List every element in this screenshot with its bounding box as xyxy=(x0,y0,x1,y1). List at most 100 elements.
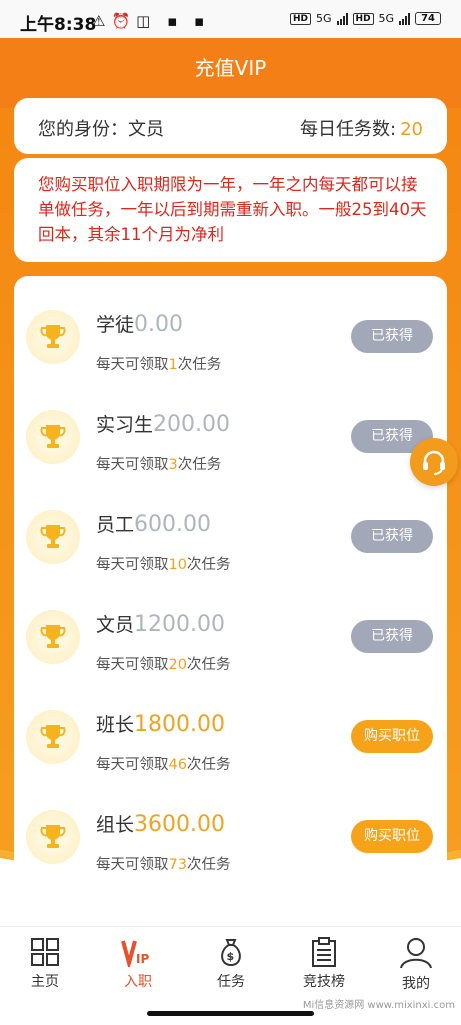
desc-prefix: 每天可领取 xyxy=(96,757,169,773)
user-icon xyxy=(400,938,432,969)
desc-suffix: 次任务 xyxy=(186,857,231,873)
daily-tasks: 每日任务数: 20 xyxy=(300,115,423,141)
tab-mine[interactable]: 我的 xyxy=(376,937,456,993)
desc-suffix: 次任务 xyxy=(186,557,231,573)
level-title: 文员1200.00 xyxy=(96,610,225,637)
notice-card: 您购买职位入职期限为一年，一年之内每天都可以接单做任务，一年以后到期需重新入职。… xyxy=(14,158,447,262)
level-name: 文员 xyxy=(96,614,135,636)
customer-service-button[interactable] xyxy=(410,438,458,486)
buy-position-button[interactable]: 购买职位 xyxy=(351,820,433,853)
desc-prefix: 每天可领取 xyxy=(96,557,169,573)
watermark: Mi信息资源网 www.mixinxi.com xyxy=(302,1000,455,1011)
trophy-badge xyxy=(26,510,80,564)
page-title: 充值VIP xyxy=(194,56,267,80)
trophy-icon xyxy=(40,525,66,548)
task-count: 1 xyxy=(168,357,178,373)
acquired-button[interactable]: 已获得 xyxy=(351,320,433,353)
status-bar: 上午8:38 ⚠⏰◫ ▪ ▪ HD 5G HD 5G 74 xyxy=(0,0,461,38)
signal-icon xyxy=(336,12,348,25)
status-time: 上午8:38 xyxy=(20,15,97,35)
task-count: 73 xyxy=(168,857,187,873)
level-title: 班长1800.00 xyxy=(96,710,225,737)
level-description: 每天可领取20次任务 xyxy=(96,653,230,674)
money-bag-icon: $ xyxy=(221,939,241,967)
level-row: 员工600.00 每天可领取10次任务 已获得 xyxy=(14,498,447,598)
trophy-badge xyxy=(26,710,80,764)
tab-label: 我的 xyxy=(402,976,430,992)
desc-prefix: 每天可领取 xyxy=(96,457,169,473)
trophy-icon xyxy=(40,425,66,448)
trophy-icon xyxy=(40,625,66,648)
level-row: 班长1800.00 每天可领取46次任务 购买职位 xyxy=(14,698,447,798)
level-name: 员工 xyxy=(96,514,135,536)
acquired-button[interactable]: 已获得 xyxy=(351,520,433,553)
svg-text:IP: IP xyxy=(136,952,149,966)
level-row: 文员1200.00 每天可领取20次任务 已获得 xyxy=(14,598,447,698)
trophy-icon xyxy=(40,325,66,348)
level-description: 每天可领取73次任务 xyxy=(96,853,230,874)
task-count: 10 xyxy=(168,557,187,573)
tab-tasks[interactable]: $ 任务 xyxy=(191,937,271,991)
desc-prefix: 每天可领取 xyxy=(96,857,169,873)
level-title: 学徒0.00 xyxy=(96,310,183,337)
desc-prefix: 每天可领取 xyxy=(96,657,169,673)
task-count: 20 xyxy=(168,657,187,673)
level-price: 1200.00 xyxy=(134,612,225,637)
level-price: 3600.00 xyxy=(134,812,225,837)
notice-text: 您购买职位入职期限为一年，一年之内每天都可以接单做任务，一年以后到期需重新入职。… xyxy=(38,175,427,244)
tab-ranking[interactable]: 竞技榜 xyxy=(284,937,364,991)
level-price: 200.00 xyxy=(153,412,230,437)
daily-tasks-label: 每日任务数: xyxy=(300,119,397,140)
level-title: 实习生200.00 xyxy=(96,410,230,437)
identity-card: 您的身份：文员 每日任务数: 20 xyxy=(14,98,447,154)
hd-icon: HD xyxy=(352,12,374,25)
hd-icon: HD xyxy=(289,12,311,25)
notification-icons: ⚠⏰◫ ▪ ▪ xyxy=(92,12,211,30)
tab-label: 主页 xyxy=(31,974,59,990)
battery-icon: 74 xyxy=(415,12,441,25)
trophy-badge xyxy=(26,410,80,464)
desc-suffix: 次任务 xyxy=(177,357,222,373)
tab-label: 入职 xyxy=(124,974,152,990)
tab-join[interactable]: IP 入职 xyxy=(98,937,178,991)
level-description: 每天可领取1次任务 xyxy=(96,353,221,374)
level-price: 600.00 xyxy=(134,512,211,537)
buy-position-button[interactable]: 购买职位 xyxy=(351,720,433,753)
svg-text:$: $ xyxy=(227,950,235,963)
level-name: 班长 xyxy=(96,714,135,736)
level-row: 学徒0.00 每天可领取1次任务 已获得 xyxy=(14,298,447,398)
tab-label: 任务 xyxy=(217,974,245,990)
acquired-button[interactable]: 已获得 xyxy=(351,620,433,653)
headset-icon xyxy=(423,450,445,475)
level-description: 每天可领取46次任务 xyxy=(96,753,230,774)
trophy-icon xyxy=(40,725,66,748)
desc-suffix: 次任务 xyxy=(177,457,222,473)
trophy-badge xyxy=(26,810,80,864)
tab-label: 竞技榜 xyxy=(303,974,345,990)
level-name: 实习生 xyxy=(96,414,154,436)
desc-prefix: 每天可领取 xyxy=(96,357,169,373)
clipboard-icon xyxy=(312,937,336,967)
level-title: 员工600.00 xyxy=(96,510,211,537)
level-title: 组长3600.00 xyxy=(96,810,225,837)
trophy-badge xyxy=(26,610,80,664)
tab-home[interactable]: 主页 xyxy=(5,937,85,991)
trophy-icon xyxy=(40,825,66,848)
task-count: 3 xyxy=(168,457,178,473)
home-indicator[interactable] xyxy=(147,1011,314,1016)
status-right: HD 5G HD 5G 74 xyxy=(289,12,441,25)
level-row: 组长3600.00 每天可领取73次任务 购买职位 xyxy=(14,798,447,898)
network-label: 5G xyxy=(316,12,332,25)
desc-suffix: 次任务 xyxy=(186,657,231,673)
level-price: 1800.00 xyxy=(134,712,225,737)
daily-tasks-value: 20 xyxy=(400,119,423,140)
trophy-badge xyxy=(26,310,80,364)
level-description: 每天可领取3次任务 xyxy=(96,453,221,474)
grid-icon xyxy=(31,938,59,966)
vip-icon: IP xyxy=(121,940,149,967)
level-list: 学徒0.00 每天可领取1次任务 已获得 实习生200.00 每天可领取3次任务 已获得员… xyxy=(14,276,447,916)
level-price: 0.00 xyxy=(134,312,183,337)
network-label: 5G xyxy=(378,12,395,25)
desc-suffix: 次任务 xyxy=(186,757,231,773)
signal-icon xyxy=(399,12,411,25)
